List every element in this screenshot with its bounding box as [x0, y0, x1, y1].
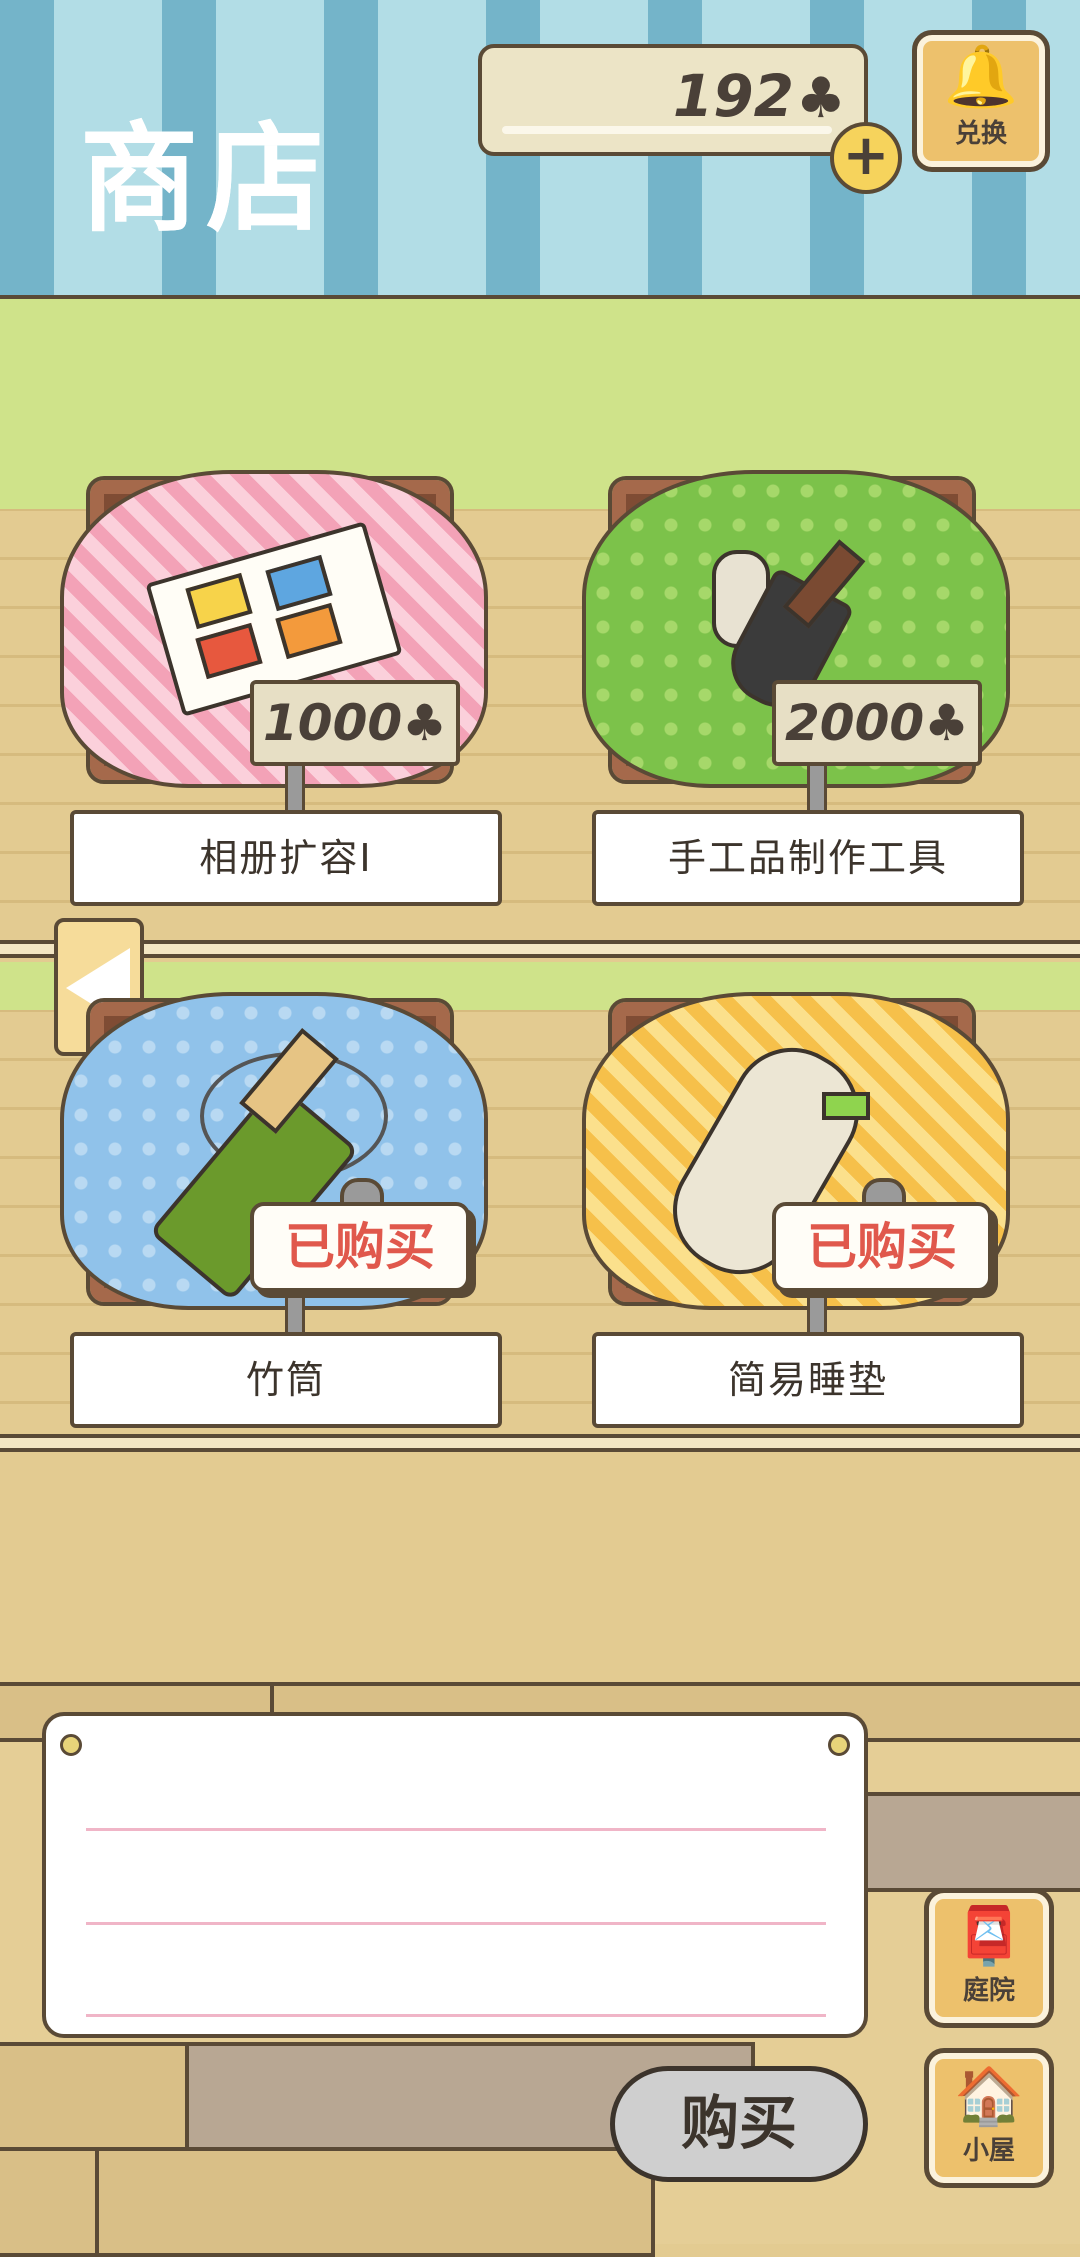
- bell-icon: 🔔: [943, 42, 1019, 112]
- clover-count: 192: [672, 62, 794, 130]
- shelf-backdrop: [0, 299, 1080, 509]
- sold-badge: 已购买: [250, 1202, 470, 1292]
- ruled-line: [86, 2014, 826, 2017]
- shop-item-sleeping-mat[interactable]: 已购买 简易睡垫: [572, 992, 1024, 1442]
- house-icon: 🏠: [954, 2064, 1024, 2129]
- garden-button[interactable]: 📮 庭院: [924, 1888, 1054, 2028]
- item-name: 简易睡垫: [592, 1332, 1024, 1428]
- item-name: 相册扩容Ⅰ: [70, 810, 502, 906]
- shelf-edge: [0, 940, 1080, 958]
- exchange-label: 兑换: [954, 119, 1007, 149]
- shop-item-bamboo-canteen[interactable]: 已购买 竹筒: [50, 992, 502, 1442]
- shop-item-photo-album[interactable]: 1000♣ 相册扩容Ⅰ: [50, 470, 502, 920]
- exchange-button[interactable]: 🔔 兑换: [912, 30, 1050, 172]
- price-tag: 2000♣: [772, 680, 982, 766]
- pin-icon: [60, 1734, 82, 1756]
- item-name: 竹筒: [70, 1332, 502, 1428]
- counter-shine: [502, 126, 832, 134]
- garden-label: 庭院: [962, 1976, 1015, 2007]
- shop-item-craft-tools[interactable]: 2000♣ 手工品制作工具: [572, 470, 1024, 920]
- mailbox-icon: 📮: [954, 1904, 1024, 1969]
- add-clover-button[interactable]: +: [830, 122, 902, 194]
- buy-button[interactable]: 购买: [610, 2066, 868, 2182]
- price-tag: 1000♣: [250, 680, 460, 766]
- clover-icon: ♣: [795, 66, 846, 131]
- house-button[interactable]: 🏠 小屋: [924, 2048, 1054, 2188]
- item-name: 手工品制作工具: [592, 810, 1024, 906]
- description-board: [42, 1712, 868, 2038]
- page-title: 商店: [80, 110, 333, 248]
- house-label: 小屋: [962, 2136, 1015, 2167]
- sold-badge: 已购买: [772, 1202, 992, 1292]
- ruled-line: [86, 1922, 826, 1925]
- ruled-line: [86, 1828, 826, 1831]
- clover-counter: 192 ♣: [478, 44, 868, 156]
- pin-icon: [828, 1734, 850, 1756]
